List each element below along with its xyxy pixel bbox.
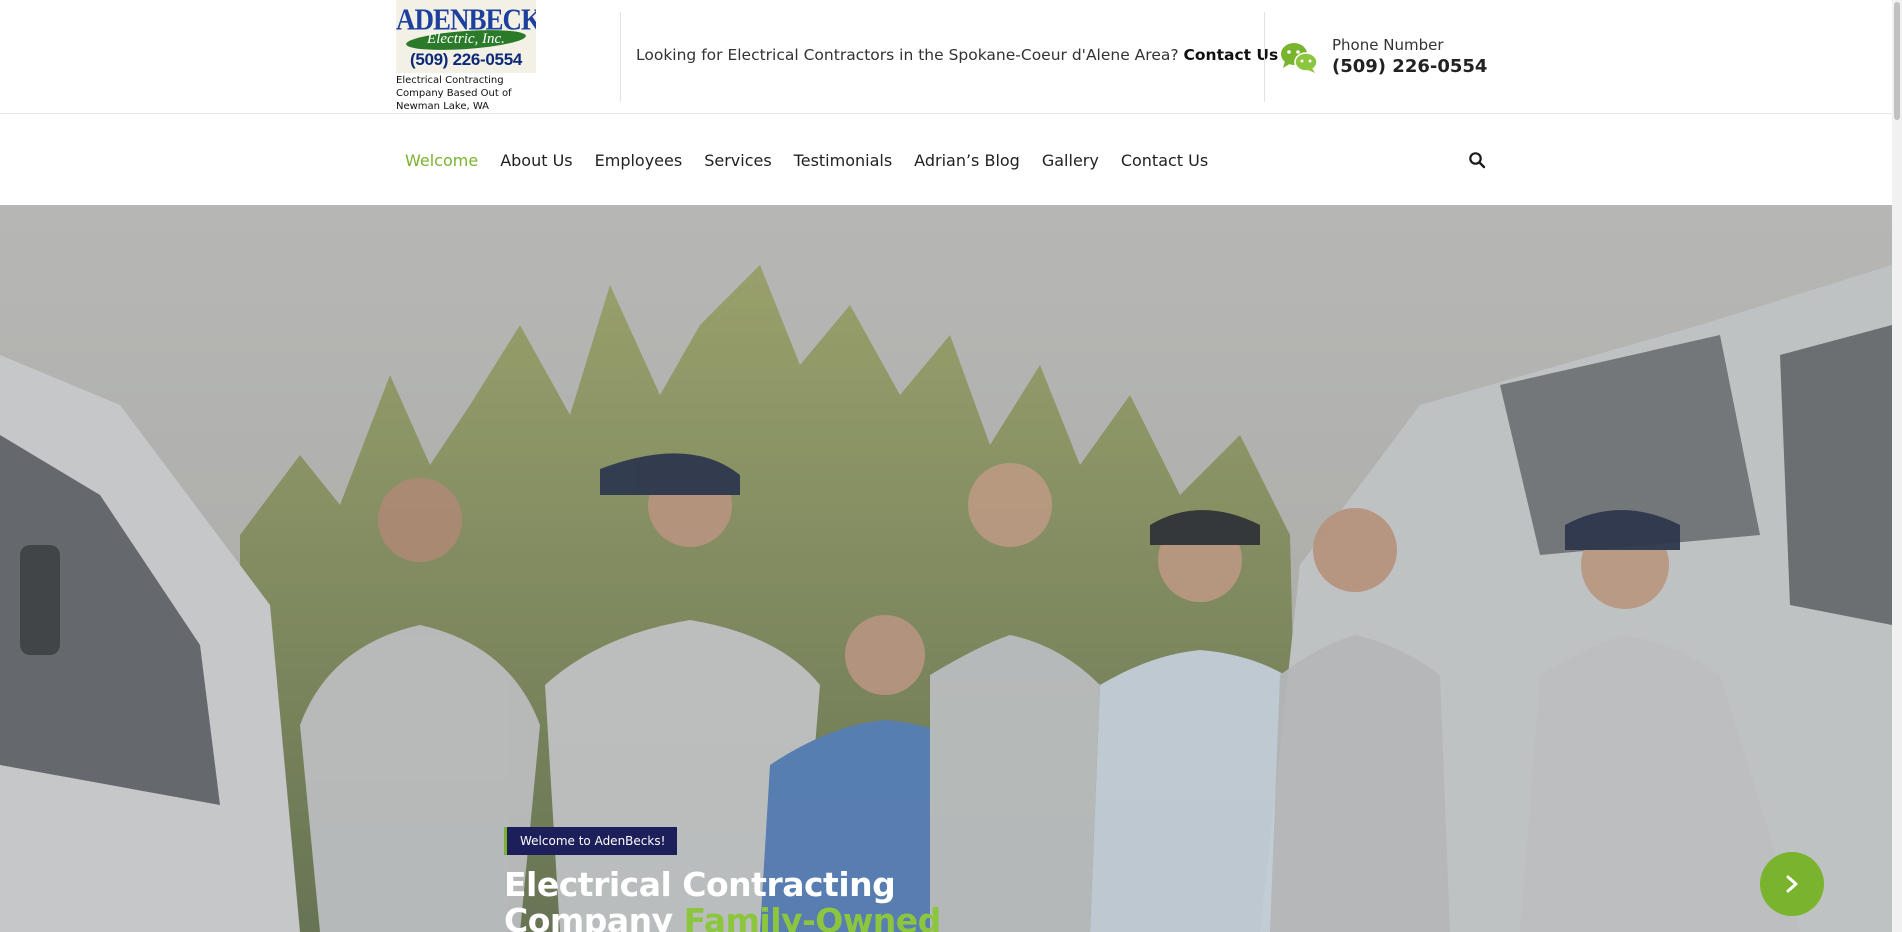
nav-item-gallery[interactable]: Gallery (1042, 151, 1099, 170)
nav-item-adrian-s-blog[interactable]: Adrian’s Blog (914, 151, 1020, 170)
phone-number[interactable]: (509) 226-0554 (1332, 56, 1487, 77)
page-scrollbar[interactable] (1892, 0, 1902, 932)
main-navigation: Welcome About Us Employees Services Testimon… (0, 115, 1892, 205)
logo-script-text: Electric, Inc. (427, 31, 505, 47)
hero-title-line1: Electrical Contracting (504, 865, 896, 904)
search-icon[interactable] (1468, 151, 1486, 169)
hero-badge: Welcome to AdenBecks! (504, 827, 678, 855)
phone-label: Phone Number (1332, 36, 1444, 54)
nav-item-employees[interactable]: Employees (595, 151, 683, 170)
nav-item-testimonials[interactable]: Testimonials (794, 151, 893, 170)
nav-item-about-us[interactable]: About Us (500, 151, 572, 170)
hero-slider: Welcome to AdenBecks! Electrical Contrac… (0, 205, 1892, 932)
scrollbar-thumb[interactable] (1894, 2, 1900, 120)
hero-title-plain: Company (504, 901, 673, 932)
nav-item-services[interactable]: Services (704, 151, 771, 170)
nav-item-welcome[interactable]: Welcome (405, 151, 478, 170)
nav-item-contact-us[interactable]: Contact Us (1121, 151, 1208, 170)
chevron-right-icon (1786, 875, 1798, 893)
company-logo[interactable]: ADENBECKS Electric, Inc. (509) 226-0554 (396, 0, 536, 73)
hero-title-accent: Family-Owned (683, 901, 942, 932)
hero-title-line2: Company Family-Owned (504, 903, 941, 932)
phone-text: Phone Number (509) 226-0554 (1332, 36, 1487, 77)
logo-area[interactable]: ADENBECKS Electric, Inc. (509) 226-0554 … (396, 0, 536, 113)
promo-text: Looking for Electrical Contractors in th… (636, 46, 1278, 64)
phone-block: Phone Number (509) 226-0554 (1280, 36, 1487, 77)
header-divider (1264, 12, 1265, 102)
promo-message: Looking for Electrical Contractors in th… (636, 46, 1179, 64)
hero-overlay (0, 205, 1892, 932)
slider-next-button[interactable] (1760, 852, 1824, 916)
nav-menu: Welcome About Us Employees Services Testimon… (405, 151, 1230, 170)
logo-phone: (509) 226-0554 (409, 50, 523, 69)
chat-bubbles-icon (1281, 43, 1318, 73)
hero-title: Electrical Contracting Company Family-Ow… (504, 867, 941, 932)
logo-tagline: Electrical Contracting Company Based Out… (396, 75, 512, 112)
header-divider (620, 12, 621, 102)
site-header: ADENBECKS Electric, Inc. (509) 226-0554 … (0, 0, 1892, 114)
